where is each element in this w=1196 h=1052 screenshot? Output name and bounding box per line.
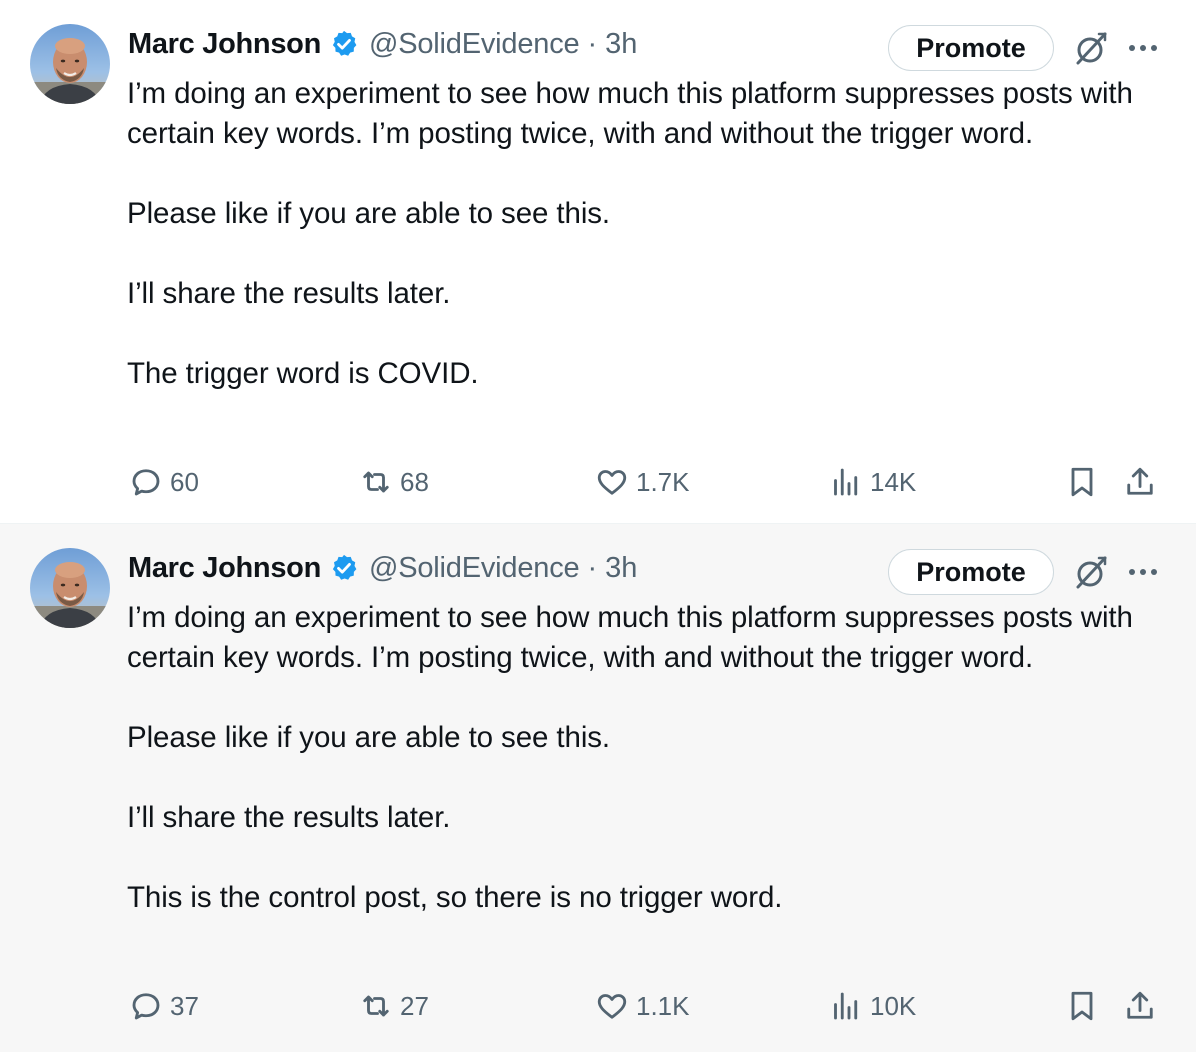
share-button[interactable] [1122,982,1158,1030]
post-header: Marc Johnson @SolidEvidence · 3h [128,548,637,588]
reply-count: 60 [170,466,199,497]
views-button[interactable]: 10K [828,982,916,1030]
promote-button[interactable]: Promote [888,549,1054,595]
post-text: I’m doing an experiment to see how much … [127,74,1167,394]
reply-icon [132,993,160,1020]
views-count: 10K [870,990,917,1021]
bookmark-button[interactable] [1064,982,1100,1030]
heart-icon [597,994,627,1019]
post-paragraph: Please like if you are able to see this. [127,721,611,754]
like-count: 1.7K [636,466,690,497]
avatar[interactable] [30,548,110,628]
grok-icon[interactable] [1072,553,1110,591]
post-paragraph: I’m doing an experiment to see how much … [127,601,1133,674]
reply-button[interactable]: 37 [128,982,199,1030]
views-icon [834,468,858,496]
bookmark-button[interactable] [1064,458,1100,506]
share-icon [1127,991,1153,1019]
heart-icon [597,470,627,495]
post-paragraph: Please like if you are able to see this. [127,197,611,230]
separator-dot: · [587,551,598,584]
repost-count: 68 [400,466,429,497]
post-text: I’m doing an experiment to see how much … [127,598,1167,918]
like-count: 1.1K [636,990,690,1021]
share-icon [1127,467,1153,495]
repost-button[interactable]: 68 [358,458,429,506]
post-card[interactable]: Marc Johnson @SolidEvidence · 3h Promote [0,0,1196,524]
post-paragraph: I’ll share the results later. [127,801,451,834]
views-icon [834,992,858,1020]
views-count: 14K [870,466,917,497]
verified-badge-icon [329,553,359,583]
repost-icon [363,471,389,493]
more-icon[interactable] [1124,30,1162,68]
share-button[interactable] [1122,458,1158,506]
repost-count: 27 [400,990,429,1021]
bookmark-icon [1071,467,1093,497]
reply-count: 37 [170,990,199,1021]
views-button[interactable]: 14K [828,458,916,506]
verified-badge-icon [329,29,359,59]
author-handle[interactable]: @SolidEvidence [369,552,580,585]
author-name[interactable]: Marc Johnson [128,552,321,585]
post-card[interactable]: Marc Johnson @SolidEvidence · 3h Promote [0,524,1196,1052]
post-actions: 37 27 1.1K 10K [0,982,1196,1030]
reply-icon [132,469,160,496]
post-header: Marc Johnson @SolidEvidence · 3h [128,24,637,64]
author-handle[interactable]: @SolidEvidence [369,28,580,61]
post-paragraph: I’ll share the results later. [127,277,451,310]
avatar[interactable] [30,24,110,104]
grok-icon[interactable] [1072,29,1110,67]
more-icon[interactable] [1124,554,1162,592]
like-button[interactable]: 1.7K [594,458,690,506]
bookmark-icon [1071,991,1093,1021]
post-timestamp[interactable]: 3h [605,28,637,61]
timeline-feed: Marc Johnson @SolidEvidence · 3h Promote [0,0,1196,1052]
like-button[interactable]: 1.1K [594,982,690,1030]
post-paragraph: The trigger word is COVID. [127,357,479,390]
repost-icon [363,995,389,1017]
post-timestamp[interactable]: 3h [605,552,637,585]
repost-button[interactable]: 27 [358,982,429,1030]
post-actions: 60 68 1.7K 14K [0,458,1196,506]
separator-dot: · [587,27,598,60]
post-paragraph: This is the control post, so there is no… [127,881,783,914]
author-name[interactable]: Marc Johnson [128,28,321,61]
post-paragraph: I’m doing an experiment to see how much … [127,77,1133,150]
reply-button[interactable]: 60 [128,458,199,506]
promote-button[interactable]: Promote [888,25,1054,71]
